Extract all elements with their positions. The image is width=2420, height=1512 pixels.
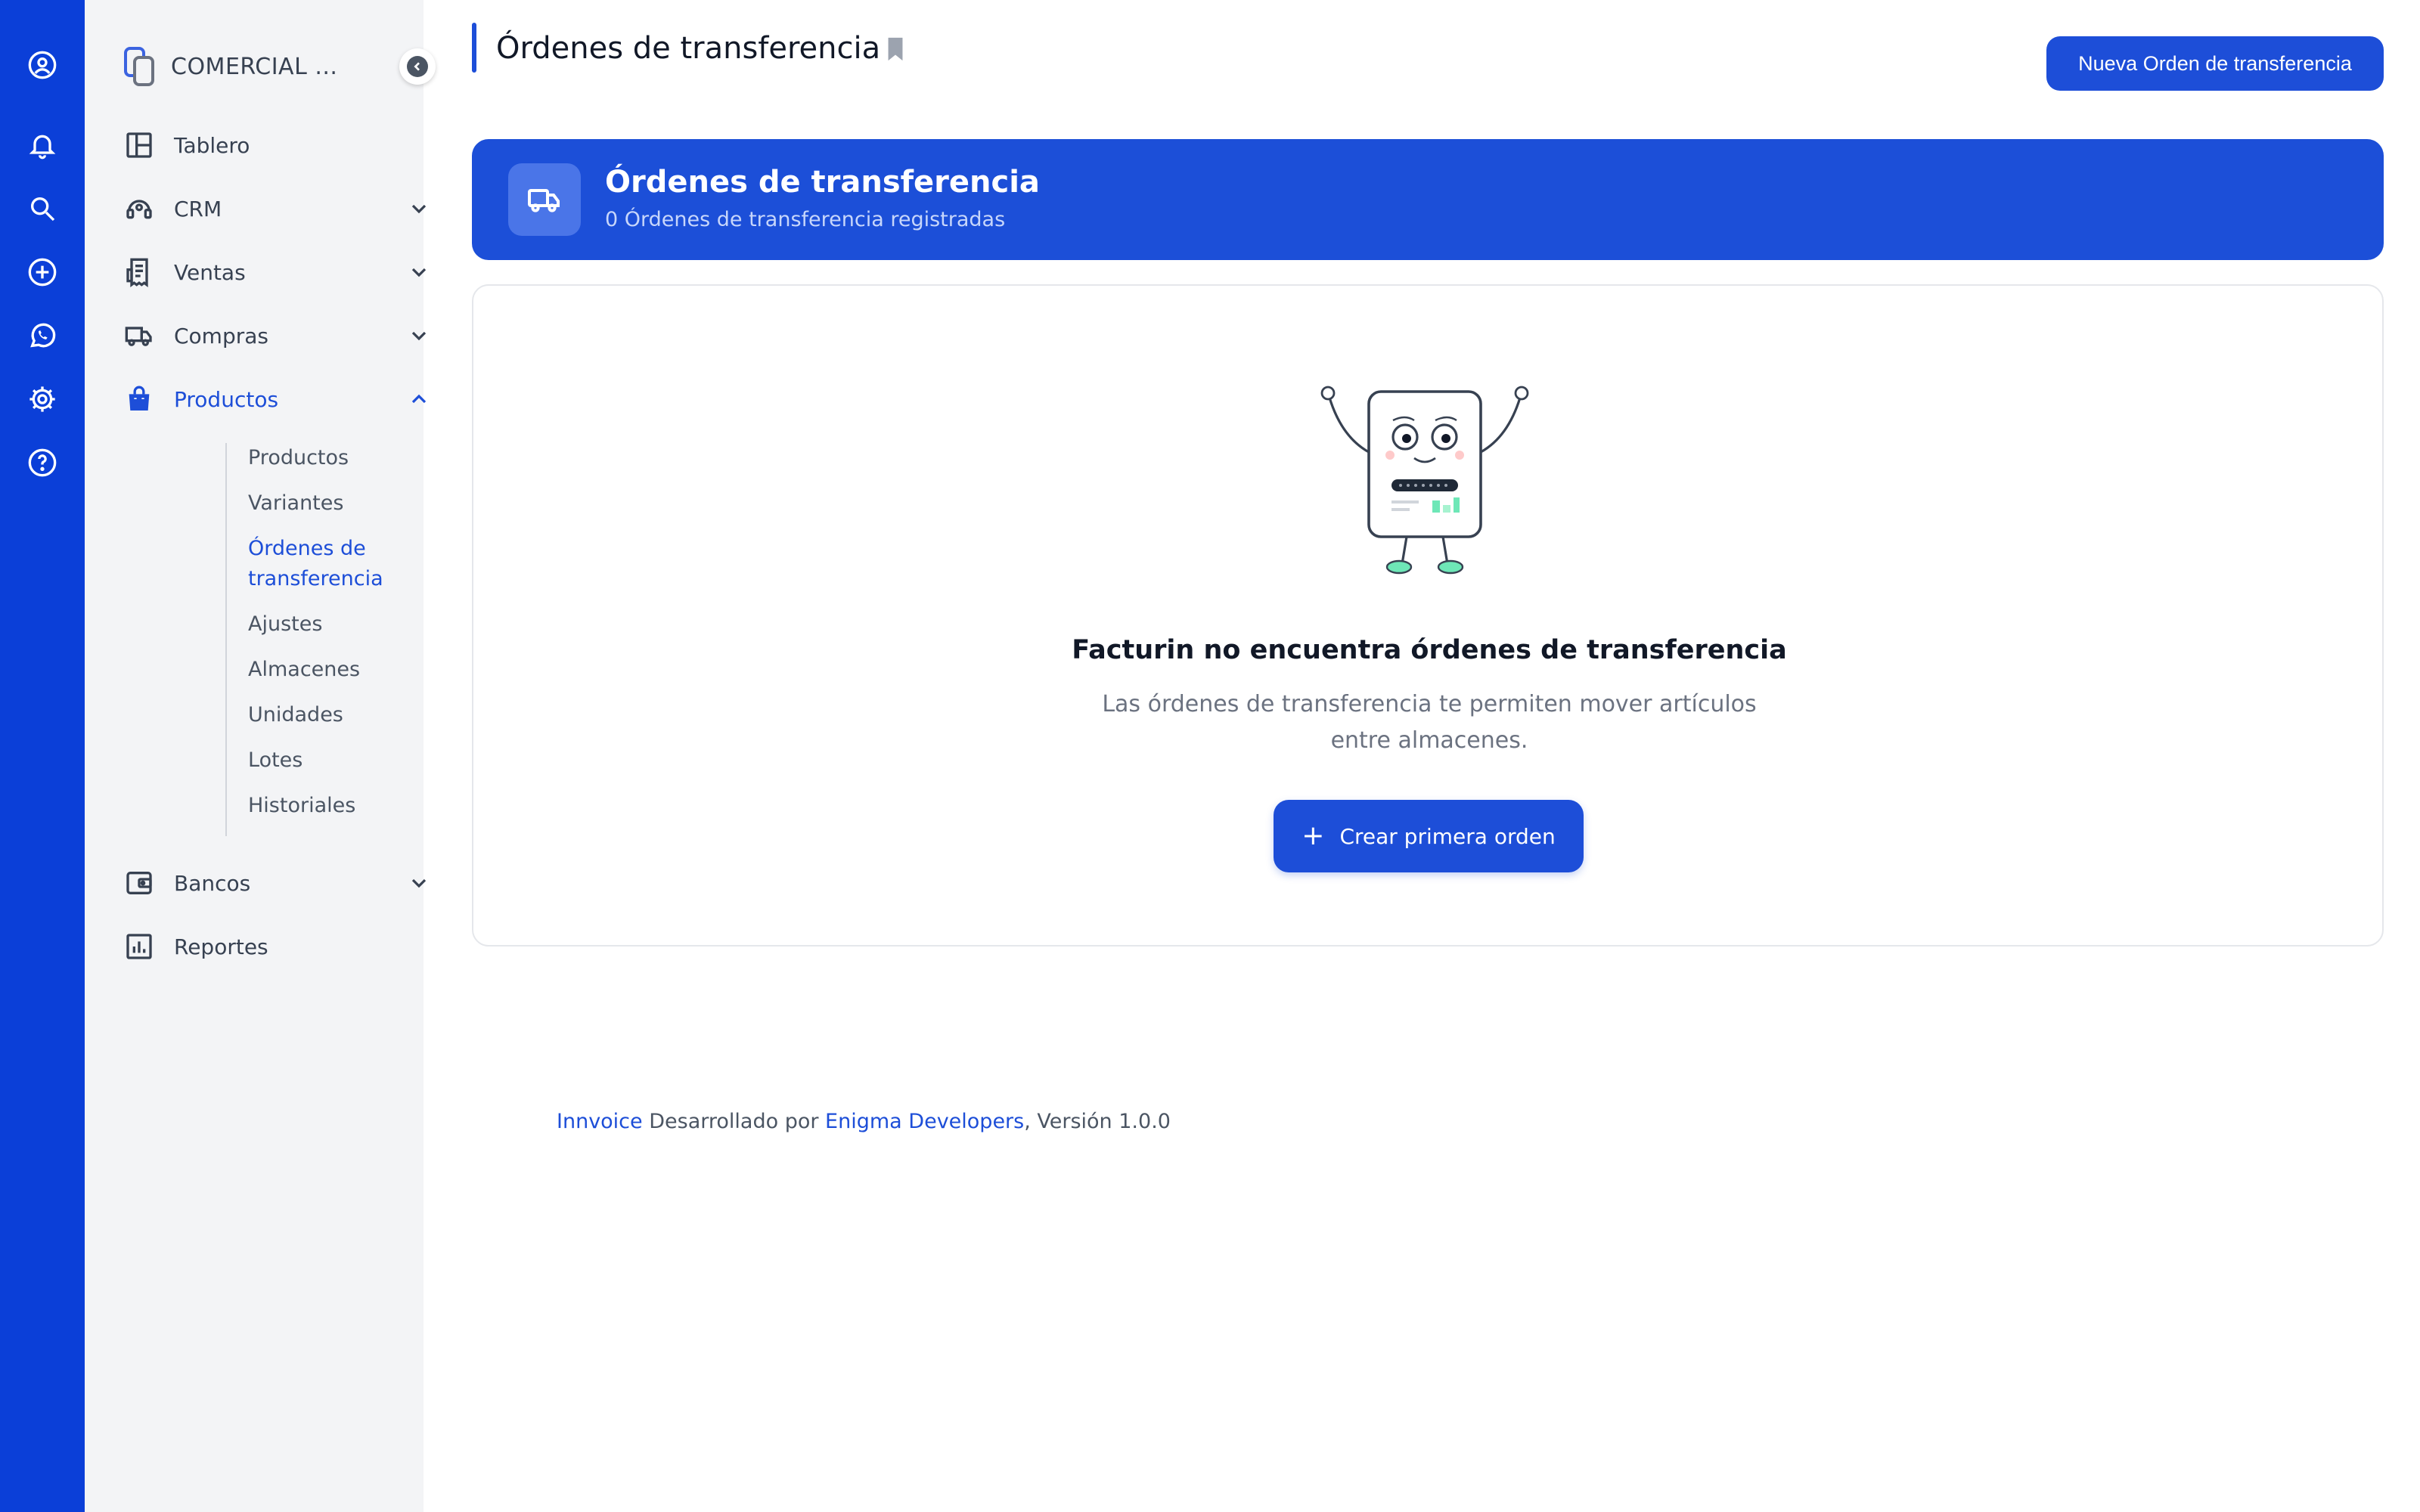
- subnav-item-lotes[interactable]: Lotes: [248, 745, 302, 776]
- chart-icon: [123, 930, 156, 963]
- truck-icon: [123, 319, 156, 352]
- sidebar-item-productos[interactable]: Productos: [123, 376, 427, 422]
- company-switcher[interactable]: COMERCIAL ...: [123, 45, 425, 88]
- chevron-down-icon: [411, 204, 427, 214]
- whatsapp-icon[interactable]: [24, 318, 60, 354]
- sidebar-item-tablero[interactable]: Tablero: [123, 122, 425, 168]
- shopping-bag-icon: [123, 383, 156, 416]
- sidebar-item-label: Ventas: [174, 259, 246, 285]
- help-icon[interactable]: [24, 445, 60, 481]
- mascot-illustration: [1320, 386, 1529, 575]
- sidebar-item-compras[interactable]: Compras: [123, 313, 427, 358]
- sidebar-item-label: CRM: [174, 196, 222, 222]
- sidebar-item-label: Reportes: [174, 934, 268, 959]
- sidebar-item-bancos[interactable]: Bancos: [123, 860, 427, 906]
- chevron-left-icon: [407, 56, 428, 77]
- chevron-up-icon: [411, 394, 427, 404]
- subnav-item-ajustes[interactable]: Ajustes: [248, 609, 322, 640]
- bookmark-icon[interactable]: [885, 36, 906, 62]
- empty-state-title: Facturin no encuentra órdenes de transfe…: [1072, 635, 1787, 665]
- sidebar: COMERCIAL ... Tablero CRM Ventas Compras…: [85, 0, 436, 1512]
- summary-banner: Órdenes de transferencia 0 Órdenes de tr…: [472, 139, 2384, 260]
- search-icon[interactable]: [24, 191, 60, 227]
- empty-state-description: Las órdenes de transferencia te permiten…: [1102, 691, 1757, 754]
- productos-subnav: Productos Variantes Órdenes de transfere…: [225, 443, 422, 836]
- footer-text: Desarrollado por: [642, 1110, 826, 1133]
- plus-circle-icon[interactable]: [24, 254, 60, 290]
- truck-icon: [508, 163, 581, 236]
- headset-icon: [123, 192, 156, 225]
- footer: Innvoice Desarrollado por Enigma Develop…: [557, 1110, 1171, 1133]
- create-first-order-label: Crear primera orden: [1339, 823, 1556, 849]
- bell-icon[interactable]: [24, 127, 60, 163]
- sidebar-item-reportes[interactable]: Reportes: [123, 924, 425, 969]
- subnav-item-historiales[interactable]: Historiales: [248, 791, 355, 821]
- icon-rail: [0, 0, 85, 1512]
- subnav-item-almacenes[interactable]: Almacenes: [248, 655, 360, 685]
- company-name: COMERCIAL ...: [171, 53, 338, 80]
- create-first-order-button[interactable]: + Crear primera orden: [1274, 800, 1584, 872]
- page-title-accent: [472, 23, 476, 73]
- sidebar-item-ventas[interactable]: Ventas: [123, 249, 427, 295]
- subnav-item-variantes[interactable]: Variantes: [248, 488, 343, 519]
- chevron-down-icon: [411, 268, 427, 277]
- sidebar-item-crm[interactable]: CRM: [123, 186, 427, 231]
- plus-icon: +: [1302, 820, 1325, 851]
- page-title: Órdenes de transferencia: [496, 31, 881, 66]
- new-transfer-order-button[interactable]: Nueva Orden de transferencia: [2046, 36, 2384, 91]
- sidebar-item-label: Productos: [174, 386, 279, 412]
- subnav-item-productos[interactable]: Productos: [248, 443, 349, 473]
- empty-state-card: Facturin no encuentra órdenes de transfe…: [472, 284, 2384, 947]
- chevron-down-icon: [411, 331, 427, 341]
- footer-developer-link[interactable]: Enigma Developers: [825, 1110, 1024, 1133]
- subnav-item-unidades[interactable]: Unidades: [248, 700, 343, 730]
- footer-version: , Versión 1.0.0: [1024, 1110, 1171, 1133]
- company-logo-icon: [124, 47, 154, 86]
- user-circle-icon[interactable]: [24, 47, 60, 83]
- wallet-icon: [123, 866, 156, 900]
- receipt-icon: [123, 256, 156, 289]
- banner-subtitle: 0 Órdenes de transferencia registradas: [605, 208, 1006, 231]
- footer-brand-link[interactable]: Innvoice: [557, 1110, 643, 1133]
- dashboard-icon: [123, 129, 156, 162]
- gear-icon[interactable]: [24, 381, 60, 417]
- subnav-item-ordenes-transferencia[interactable]: Órdenes de transferencia: [248, 534, 430, 594]
- banner-title: Órdenes de transferencia: [605, 165, 1040, 200]
- sidebar-item-label: Bancos: [174, 870, 251, 896]
- sidebar-item-label: Tablero: [174, 132, 250, 158]
- collapse-sidebar-button[interactable]: [399, 48, 436, 85]
- sidebar-item-label: Compras: [174, 323, 268, 349]
- chevron-down-icon: [411, 878, 427, 888]
